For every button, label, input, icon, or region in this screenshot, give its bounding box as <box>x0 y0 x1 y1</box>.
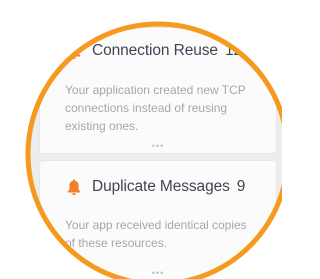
more-dots[interactable]: ••• <box>40 269 276 278</box>
card-header: Duplicate Messages 9 <box>66 178 245 196</box>
card-description: Your application created new TCP connect… <box>65 83 246 133</box>
more-dots[interactable]: ••• <box>40 142 276 151</box>
insight-card-duplicate-messages[interactable]: Duplicate Messages 9 Your app received i… <box>40 161 276 279</box>
card-title: Connection Reuse <box>92 42 218 59</box>
card-count: 9 <box>236 178 246 195</box>
card-description: Your app received identical copies of th… <box>65 218 247 250</box>
card-count: 121 <box>224 42 251 59</box>
bell-icon <box>67 43 81 60</box>
card-title: Duplicate Messages <box>92 178 230 195</box>
bell-icon <box>67 179 81 196</box>
insight-card-connection-reuse[interactable]: Connection Reuse 121 Your application cr… <box>40 28 276 153</box>
card-header: Connection Reuse 121 <box>66 42 251 60</box>
screenshot-stage: Connection Reuse 121 Your application cr… <box>0 0 282 279</box>
